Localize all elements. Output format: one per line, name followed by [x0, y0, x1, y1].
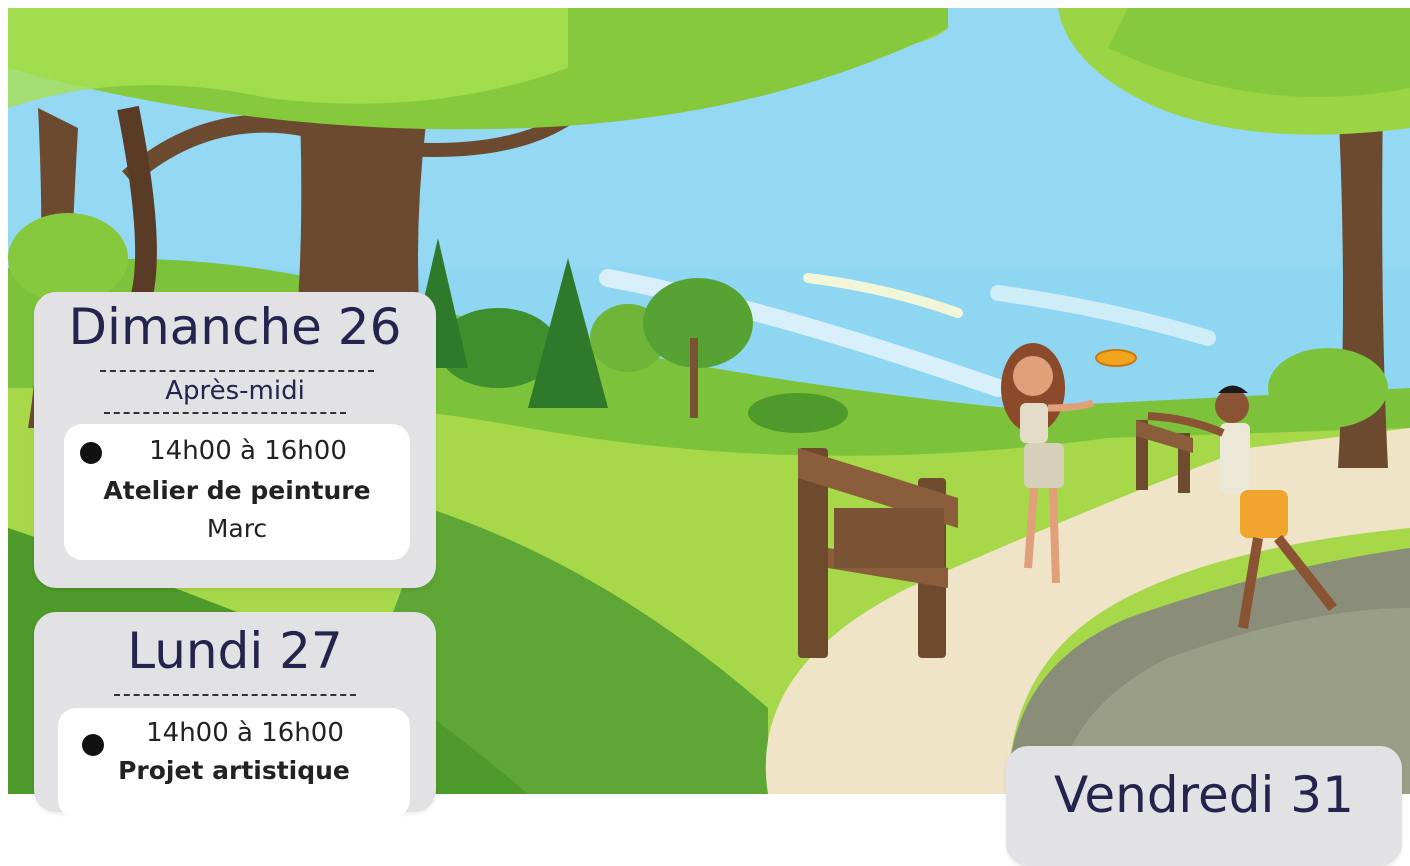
divider — [114, 694, 356, 696]
day-card-vendredi: Vendredi 31 — [1006, 746, 1402, 866]
event-name: Atelier de peinture — [103, 476, 371, 505]
event-time: 14h00 à 16h00 — [149, 436, 347, 466]
frisbee — [1095, 349, 1137, 367]
day-title: Dimanche 26 — [68, 298, 402, 356]
event-box: 14h00 à 16h00 Projet artistique — [58, 708, 410, 818]
day-title: Vendredi 31 — [1054, 766, 1354, 824]
period-title: Après-midi — [165, 376, 305, 406]
event-name: Projet artistique — [118, 756, 350, 785]
divider — [104, 412, 346, 414]
event-time: 14h00 à 16h00 — [146, 718, 344, 748]
event-host: Marc — [206, 514, 268, 543]
divider — [100, 370, 374, 372]
event-box: 14h00 à 16h00 Atelier de peinture Marc — [64, 424, 410, 560]
day-card-lundi: Lundi 27 14h00 à 16h00 Projet artistique — [34, 612, 436, 818]
day-card-dimanche: Dimanche 26 Après-midi 14h00 à 16h00 Ate… — [34, 292, 436, 588]
day-title: Lundi 27 — [127, 622, 343, 680]
